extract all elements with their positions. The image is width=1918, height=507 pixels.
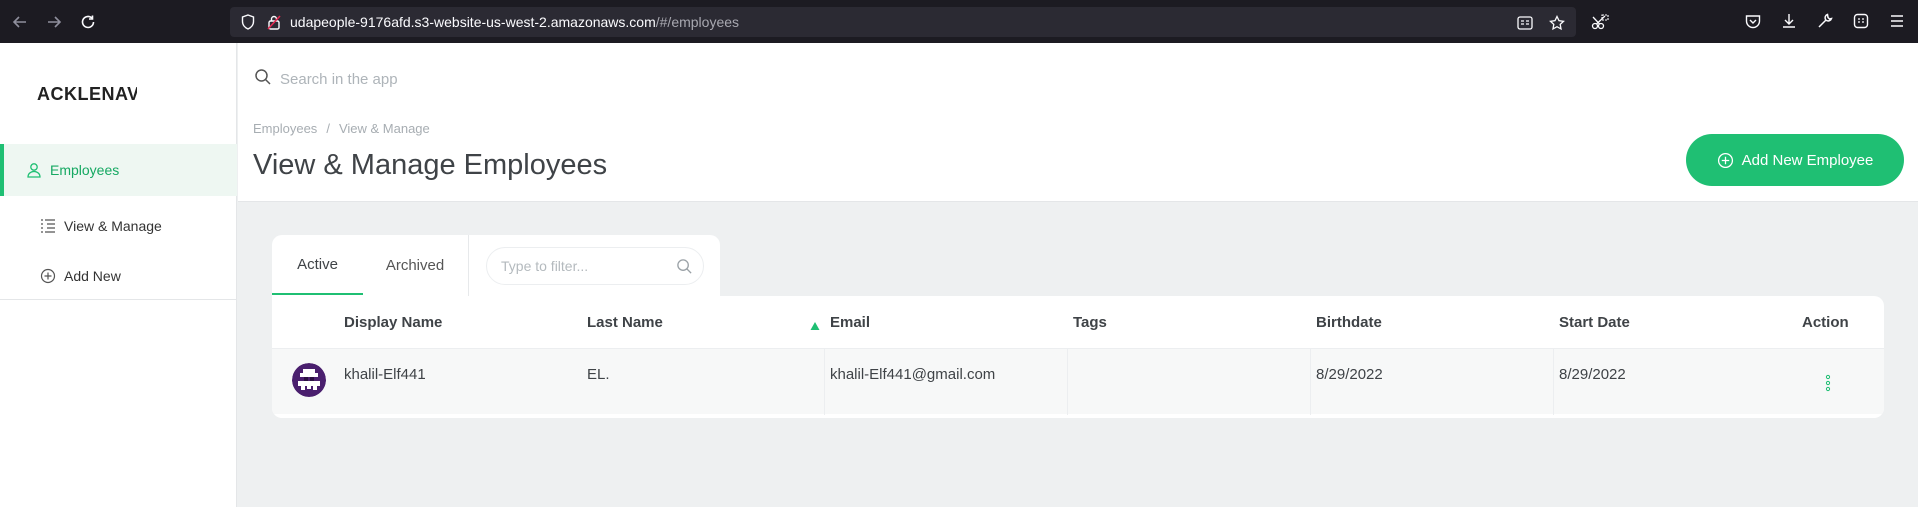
column-header-email[interactable]: Email [830, 314, 870, 331]
sidebar-item-view-manage[interactable]: View & Manage [0, 200, 237, 252]
tab-active[interactable]: Active [272, 235, 363, 295]
search-icon [254, 68, 272, 91]
column-header-start-date[interactable]: Start Date [1559, 314, 1630, 331]
sidebar-item-employees[interactable]: Employees [0, 144, 237, 196]
table-row[interactable]: khalil-Elf441 EL. khalil-Elf441@gmail.co… [272, 348, 1884, 415]
reload-icon[interactable] [74, 8, 102, 36]
insecure-lock-icon[interactable] [264, 12, 284, 32]
tabs-card: Active Archived Type to filter... [272, 235, 720, 297]
reader-view-icon[interactable] [1514, 12, 1536, 34]
filter-input[interactable]: Type to filter... [486, 247, 704, 285]
tabs-divider [468, 235, 469, 297]
screenshot-icon[interactable] [1589, 11, 1611, 33]
back-icon[interactable] [6, 8, 34, 36]
column-header-last-name[interactable]: Last Name [587, 314, 663, 331]
cell-last-name: EL. [587, 366, 610, 383]
cell-email: khalil-Elf441@gmail.com [830, 366, 996, 383]
app-logo[interactable]: ACKLENAVENUE [37, 84, 137, 105]
url-text: udapeople-9176afd.s3-website-us-west-2.a… [290, 14, 740, 30]
breadcrumb-employees[interactable]: Employees [253, 121, 317, 136]
shield-icon[interactable] [238, 12, 258, 32]
address-bar[interactable]: udapeople-9176afd.s3-website-us-west-2.a… [230, 7, 1576, 37]
sidebar-item-label: Employees [50, 162, 120, 178]
breadcrumb: Employees / View & Manage [253, 121, 430, 136]
app-search[interactable]: Search in the app [254, 61, 398, 97]
sidebar: ACKLENAVENUE Employees View & Manage Add… [0, 43, 237, 507]
list-icon [39, 217, 57, 235]
downloads-icon[interactable] [1778, 10, 1800, 32]
sidebar-item-add-new[interactable]: Add New [0, 250, 237, 302]
column-header-display-name[interactable]: Display Name [344, 314, 442, 331]
column-divider [824, 349, 825, 415]
sort-ascending-icon[interactable] [810, 318, 820, 330]
breadcrumb-view-manage: View & Manage [338, 121, 430, 136]
row-actions-kebab-icon[interactable] [1820, 373, 1836, 393]
forward-icon[interactable] [40, 8, 68, 36]
sidebar-item-label: Add New [64, 268, 121, 284]
sidebar-divider [0, 299, 237, 300]
plus-circle-icon [1717, 151, 1735, 169]
bookmark-star-icon[interactable] [1546, 12, 1568, 34]
search-input[interactable]: Search in the app [280, 71, 398, 88]
column-header-tags[interactable]: Tags [1073, 314, 1107, 331]
column-header-action: Action [1802, 314, 1849, 331]
filter-placeholder: Type to filter... [501, 258, 589, 274]
avatar [292, 363, 326, 397]
cell-birthdate: 8/29/2022 [1316, 366, 1383, 383]
add-button-label: Add New Employee [1741, 151, 1874, 169]
extensions-icon[interactable] [1850, 10, 1872, 32]
browser-toolbar: udapeople-9176afd.s3-website-us-west-2.a… [0, 0, 1918, 43]
tab-archived[interactable]: Archived [370, 235, 460, 295]
page-title: View & Manage Employees [253, 149, 608, 181]
user-icon [25, 161, 43, 179]
sidebar-item-label: View & Manage [64, 218, 162, 234]
cell-start-date: 8/29/2022 [1559, 366, 1626, 383]
column-divider [1310, 349, 1311, 415]
cell-display-name: khalil-Elf441 [344, 366, 426, 383]
column-divider [1553, 349, 1554, 415]
pocket-icon[interactable] [1742, 10, 1764, 32]
menu-hamburger-icon[interactable] [1886, 10, 1908, 32]
employees-table: Display Name Last Name Email Tags Birthd… [272, 296, 1884, 418]
column-header-birthdate[interactable]: Birthdate [1316, 314, 1382, 331]
add-new-employee-button[interactable]: Add New Employee [1686, 134, 1904, 186]
page-header: Search in the app Employees / View & Manag… [238, 43, 1918, 202]
plus-circle-icon [39, 267, 57, 285]
wrench-icon[interactable] [1814, 10, 1836, 32]
column-divider [1067, 349, 1068, 415]
search-icon[interactable] [676, 258, 694, 276]
